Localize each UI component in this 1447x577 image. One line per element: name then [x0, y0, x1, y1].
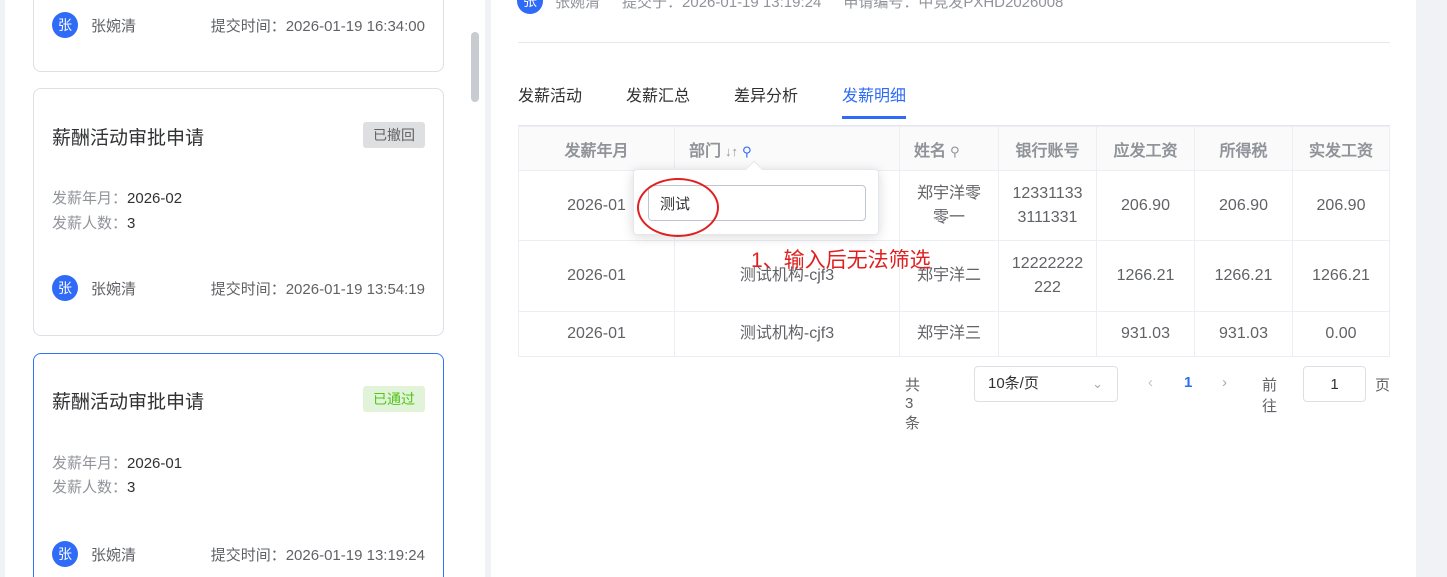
submitted-time: 提交于：2026-01-19 13:19:24 [622, 0, 822, 11]
pay-count-line: 发薪人数：3 [52, 476, 135, 497]
card-footer: 张 张婉清 提交时间：2026-01-19 13:54:19 [52, 275, 425, 301]
submit-time: 提交时间：2026-01-19 16:34:00 [210, 17, 425, 35]
pay-count-value: 3 [127, 215, 136, 232]
status-badge: 已通过 [363, 386, 425, 412]
submitter-name: 张婉清 [91, 17, 137, 35]
pay-month-label: 发薪年月： [52, 455, 128, 472]
pay-month-value: 2026-02 [127, 190, 183, 207]
approval-card-selected[interactable]: 薪酬活动审批申请 已通过 发薪年月：2026-01 发薪人数：3 张 张婉清 提… [33, 353, 444, 577]
card-footer: 张 张婉清 提交时间：2026-01-19 16:34:00 [52, 12, 425, 38]
pay-count-label: 发薪人数： [52, 215, 128, 232]
card-title: 薪酬活动审批申请 [52, 392, 205, 413]
col-header-bank-account: 银行账号 [998, 126, 1097, 171]
submit-time: 提交时间：2026-01-19 13:54:19 [210, 280, 425, 298]
col-header-name: 姓名 ⚲ [899, 126, 999, 171]
cell-name: 郑宇洋三 [899, 311, 999, 357]
col-header-department: 部门 ↓↑ ⚲ [674, 126, 900, 171]
chevron-down-icon: ⌄ [1092, 376, 1103, 391]
cell-pay-month: 2026-01 [518, 240, 675, 312]
annotation-text: 1、输入后无法筛选 [751, 249, 931, 272]
cell-gross-pay: 1266.21 [1096, 240, 1195, 312]
col-header-net-pay: 实发工资 [1292, 126, 1390, 171]
cell-gross-pay: 206.90 [1096, 170, 1195, 241]
cell-income-tax: 931.03 [1194, 311, 1293, 357]
approval-list-panel: 张 张婉清 提交时间：2026-01-19 16:34:00 薪酬活动审批申请 … [5, 0, 485, 577]
pay-count-line: 发薪人数：3 [52, 212, 135, 233]
detail-header: 张 张婉清 提交于：2026-01-19 13:19:24 申请编号：中竞发PX… [517, 0, 1085, 14]
avatar: 张 [517, 0, 543, 14]
tab-pay-summary[interactable]: 发薪汇总 [626, 82, 690, 119]
submitter-name: 张婉清 [555, 0, 601, 11]
pay-count-label: 发薪人数： [52, 479, 128, 496]
total-count: 共 3 条 [905, 377, 921, 432]
table-header-row: 发薪年月 部门 ↓↑ ⚲ 姓名 ⚲ 银行账号 应发工资 所得税 实发工资 [518, 126, 1390, 171]
detail-panel: 张 张婉清 提交于：2026-01-19 13:19:24 申请编号：中竞发PX… [491, 0, 1416, 577]
pay-month-line: 发薪年月：2026-01 [52, 452, 182, 473]
col-header-income-tax: 所得税 [1194, 126, 1293, 171]
tab-pay-details[interactable]: 发薪明细 [842, 82, 907, 119]
prev-page-button[interactable]: ‹ [1148, 374, 1153, 391]
detail-tabs: 发薪活动 发薪汇总 差异分析 发薪明细 [518, 82, 950, 119]
pay-month-label: 发薪年月： [52, 190, 128, 207]
cell-department: 测试机构-cjf3 [674, 311, 900, 357]
apply-number: 申请编号：中竞发PXHD2026008 [843, 0, 1064, 11]
card-title: 薪酬活动审批申请 [52, 128, 205, 149]
pay-count-value: 3 [127, 479, 136, 496]
avatar: 张 [52, 275, 78, 301]
search-icon[interactable]: ⚲ [742, 144, 752, 159]
card-footer: 张 张婉清 提交时间：2026-01-19 13:19:24 [52, 541, 425, 567]
avatar: 张 [52, 12, 78, 38]
pay-month-line: 发薪年月：2026-02 [52, 187, 182, 208]
annotation-circle [637, 178, 719, 237]
pay-month-value: 2026-01 [127, 455, 183, 472]
cell-bank-account: 12222222 222 [998, 240, 1097, 312]
tab-pay-activity[interactable]: 发薪活动 [518, 82, 582, 119]
list-scrollbar[interactable] [471, 32, 479, 102]
cell-income-tax: 206.90 [1194, 170, 1293, 241]
pay-detail-table: 发薪年月 部门 ↓↑ ⚲ 姓名 ⚲ 银行账号 应发工资 所得税 实发工资 2026-0… [518, 126, 1390, 357]
search-icon[interactable]: ⚲ [950, 144, 960, 159]
col-header-pay-month: 发薪年月 [518, 126, 675, 171]
sort-icon[interactable]: ↓↑ [725, 144, 738, 159]
cell-net-pay: 0.00 [1292, 311, 1390, 357]
cell-net-pay: 206.90 [1292, 170, 1390, 241]
cell-gross-pay: 931.03 [1096, 311, 1195, 357]
divider [518, 42, 1390, 43]
cell-bank-account: 12331133 3111331 [998, 170, 1097, 241]
cell-income-tax: 1266.21 [1194, 240, 1293, 312]
goto-label: 前往 [1262, 377, 1278, 415]
table-row: 2026-01 测试机构-cjf3 郑宇洋二 12222222 222 1266.21 12… [518, 240, 1390, 312]
cell-name: 郑宇洋零 零一 [899, 170, 999, 241]
approval-card[interactable]: 张 张婉清 提交时间：2026-01-19 16:34:00 [33, 0, 444, 72]
submitter-name: 张婉清 [91, 546, 137, 564]
submit-time: 提交时间：2026-01-19 13:19:24 [210, 546, 425, 564]
cell-net-pay: 1266.21 [1292, 240, 1390, 312]
page-number-current[interactable]: 1 [1184, 374, 1192, 391]
tab-difference-analysis[interactable]: 差异分析 [734, 82, 798, 119]
col-header-gross-pay: 应发工资 [1096, 126, 1195, 171]
avatar: 张 [52, 541, 78, 567]
next-page-button[interactable]: › [1222, 374, 1227, 391]
page-unit-label: 页 [1375, 377, 1391, 394]
goto-page-input[interactable] [1303, 366, 1366, 402]
approval-card[interactable]: 薪酬活动审批申请 已撤回 发薪年月：2026-02 发薪人数：3 张 张婉清 提… [33, 88, 444, 336]
cell-pay-month: 2026-01 [518, 311, 675, 357]
window-edge [1428, 0, 1447, 577]
page-size-select[interactable]: 10条/页 ⌄ [974, 366, 1118, 402]
submitter-name: 张婉清 [91, 280, 137, 298]
status-badge: 已撤回 [363, 122, 425, 148]
table-row: 2026-01 测试机构-cjf3 郑宇洋三 931.03 931.03 0.00 [518, 311, 1390, 357]
cell-bank-account [998, 311, 1097, 357]
